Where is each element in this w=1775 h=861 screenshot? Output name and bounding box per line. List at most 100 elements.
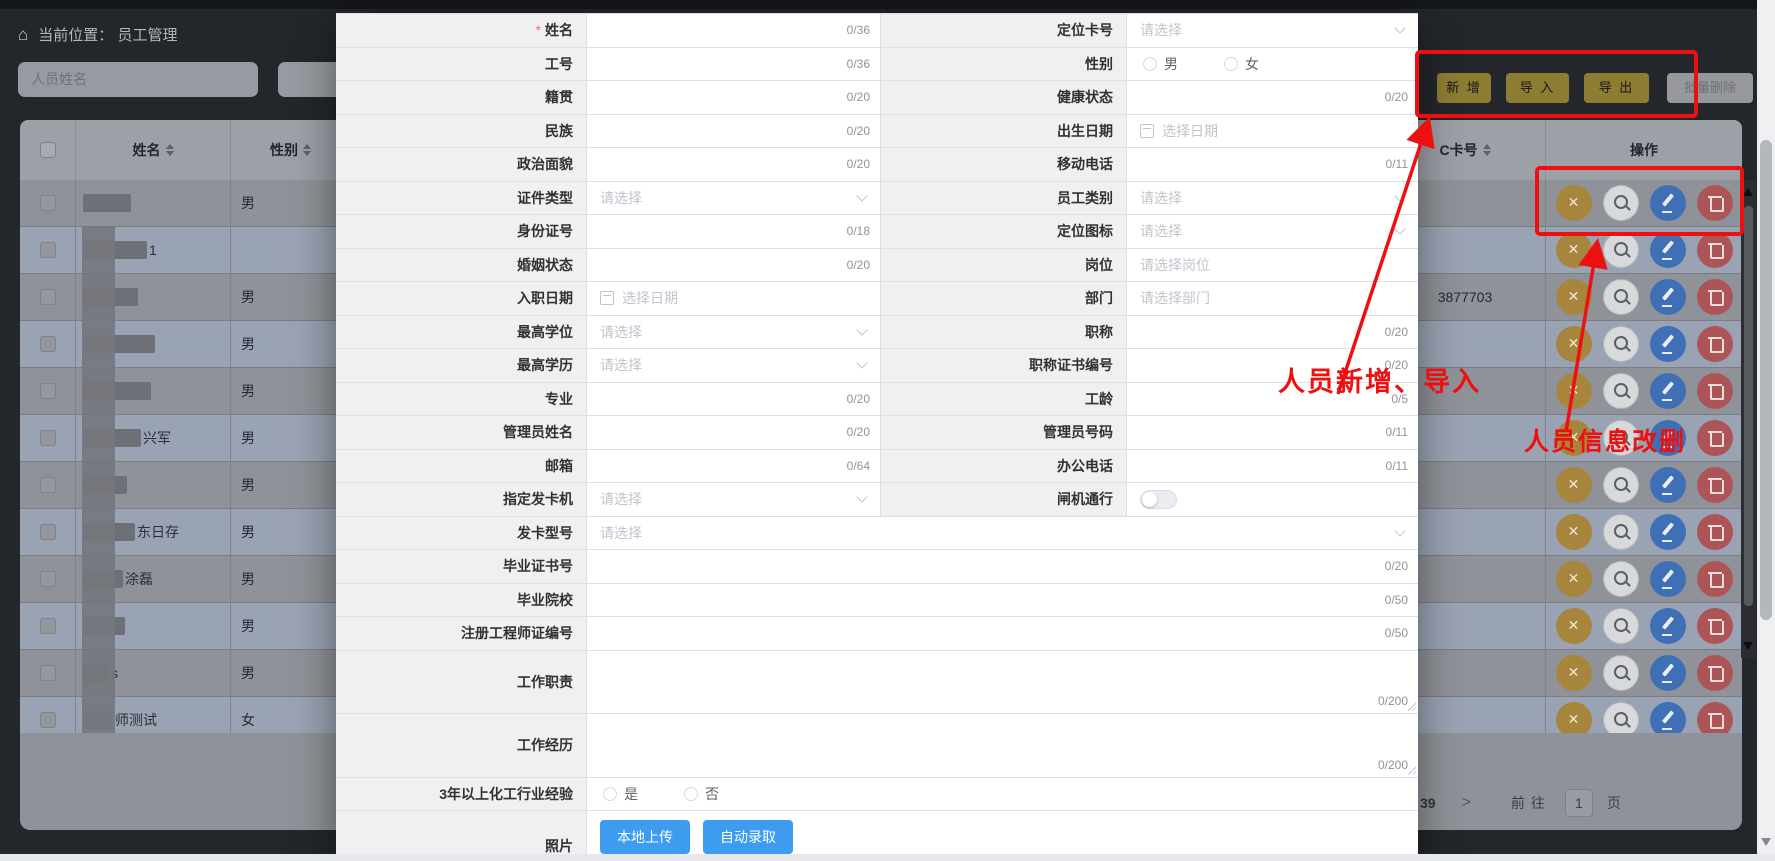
- view-button[interactable]: [1603, 373, 1639, 409]
- form-field-textarea[interactable]: 0/200: [587, 714, 1418, 777]
- radio-option[interactable]: 女: [1224, 54, 1259, 74]
- radio-circle-icon[interactable]: [1143, 57, 1157, 71]
- form-field-select[interactable]: 请选择: [587, 517, 1418, 550]
- edit-button[interactable]: [1650, 561, 1686, 597]
- form-field-select-plain[interactable]: 请选择岗位: [1127, 249, 1418, 282]
- sort-caret-icon[interactable]: [166, 144, 174, 156]
- row-checkbox[interactable]: [40, 712, 56, 728]
- radio-circle-icon[interactable]: [603, 787, 617, 801]
- row-checkbox[interactable]: [40, 477, 56, 493]
- return-card-button[interactable]: [1556, 608, 1592, 644]
- row-checkbox[interactable]: [40, 242, 56, 258]
- row-checkbox[interactable]: [40, 195, 56, 211]
- form-field-date[interactable]: 选择日期: [587, 282, 880, 315]
- table-scrollbar-thumb[interactable]: [1744, 206, 1753, 606]
- view-button[interactable]: [1603, 326, 1639, 362]
- form-field-select[interactable]: 请选择: [1127, 215, 1418, 248]
- radio-option[interactable]: 男: [1143, 54, 1178, 74]
- edit-button[interactable]: [1650, 232, 1686, 268]
- pagination-next-icon[interactable]: >: [1462, 794, 1471, 812]
- scroll-down-icon[interactable]: [1743, 642, 1753, 650]
- edit-button[interactable]: [1650, 655, 1686, 691]
- row-checkbox[interactable]: [40, 289, 56, 305]
- export-button[interactable]: 导 出: [1584, 73, 1649, 103]
- form-field-radio[interactable]: 是否: [587, 778, 1418, 811]
- edit-button[interactable]: [1650, 514, 1686, 550]
- scroll-up-icon[interactable]: [1743, 188, 1753, 196]
- form-field-toggle[interactable]: [1127, 483, 1418, 516]
- form-field-input[interactable]: 0/20: [587, 148, 880, 181]
- auto-capture-button[interactable]: 自动录取: [703, 820, 793, 854]
- form-field-select[interactable]: 请选择: [587, 182, 880, 215]
- form-field-select[interactable]: 请选择: [587, 483, 880, 516]
- form-field-input[interactable]: 0/50: [587, 584, 1418, 617]
- select-all-checkbox[interactable]: [40, 142, 56, 158]
- edit-button[interactable]: [1650, 608, 1686, 644]
- form-field-input[interactable]: 0/36: [587, 14, 880, 47]
- delete-button[interactable]: [1697, 467, 1733, 503]
- local-upload-button[interactable]: 本地上传: [600, 820, 690, 854]
- delete-button[interactable]: [1697, 608, 1733, 644]
- return-card-button[interactable]: [1556, 514, 1592, 550]
- view-button[interactable]: [1603, 467, 1639, 503]
- view-button[interactable]: [1603, 561, 1639, 597]
- sort-caret-icon[interactable]: [1483, 144, 1491, 156]
- form-field-input[interactable]: 0/20: [587, 115, 880, 148]
- edit-button[interactable]: [1650, 279, 1686, 315]
- gate-pass-toggle[interactable]: [1140, 490, 1177, 509]
- view-button[interactable]: [1603, 514, 1639, 550]
- delete-button[interactable]: [1697, 561, 1733, 597]
- edit-button[interactable]: [1650, 185, 1686, 221]
- form-field-select[interactable]: 请选择: [587, 349, 880, 382]
- edit-button[interactable]: [1650, 702, 1686, 733]
- radio-circle-icon[interactable]: [1224, 57, 1238, 71]
- return-card-button[interactable]: [1556, 373, 1592, 409]
- column-header-gender[interactable]: 性别: [230, 120, 350, 180]
- pagination-last-page[interactable]: 39: [1420, 795, 1436, 811]
- sort-caret-icon[interactable]: [303, 144, 311, 156]
- view-button[interactable]: [1603, 655, 1639, 691]
- form-field-select[interactable]: 请选择: [1127, 182, 1418, 215]
- return-card-button[interactable]: [1556, 561, 1592, 597]
- form-field-input[interactable]: 0/20: [1127, 316, 1418, 349]
- return-card-button[interactable]: [1556, 702, 1592, 733]
- form-field-textarea[interactable]: 0/200: [587, 651, 1418, 714]
- return-card-button[interactable]: [1556, 326, 1592, 362]
- form-field-input[interactable]: 0/36: [587, 48, 880, 81]
- form-field-input[interactable]: 0/11: [1127, 148, 1418, 181]
- view-button[interactable]: [1603, 232, 1639, 268]
- view-button[interactable]: [1603, 185, 1639, 221]
- radio-circle-icon[interactable]: [684, 787, 698, 801]
- return-card-button[interactable]: [1556, 467, 1592, 503]
- form-field-input[interactable]: 0/11: [1127, 450, 1418, 483]
- row-checkbox[interactable]: [40, 524, 56, 540]
- return-card-button[interactable]: [1556, 185, 1592, 221]
- page-scrollbar[interactable]: [1757, 0, 1775, 854]
- return-card-button[interactable]: [1556, 279, 1592, 315]
- form-field-input[interactable]: 0/20: [1127, 81, 1418, 114]
- pagination-page-input[interactable]: 1: [1565, 789, 1593, 817]
- row-checkbox[interactable]: [40, 571, 56, 587]
- row-checkbox[interactable]: [40, 618, 56, 634]
- form-field-input[interactable]: 0/18: [587, 215, 880, 248]
- edit-button[interactable]: [1650, 326, 1686, 362]
- form-field-select[interactable]: 请选择: [1127, 14, 1418, 47]
- view-button[interactable]: [1603, 702, 1639, 733]
- employee-name-search-input[interactable]: 人员姓名: [18, 62, 258, 97]
- return-card-button[interactable]: [1556, 655, 1592, 691]
- delete-button[interactable]: [1697, 514, 1733, 550]
- view-button[interactable]: [1603, 279, 1639, 315]
- form-field-date[interactable]: 选择日期: [1127, 115, 1418, 148]
- view-button[interactable]: [1603, 608, 1639, 644]
- toggle-knob[interactable]: [1142, 492, 1157, 507]
- import-button[interactable]: 导 入: [1506, 73, 1569, 103]
- column-header-name[interactable]: 姓名: [75, 120, 230, 180]
- row-checkbox[interactable]: [40, 336, 56, 352]
- batch-delete-button[interactable]: 批量删除: [1667, 73, 1753, 103]
- delete-button[interactable]: [1697, 326, 1733, 362]
- form-field-select-plain[interactable]: 请选择部门: [1127, 282, 1418, 315]
- form-field-input[interactable]: 0/20: [587, 249, 880, 282]
- delete-button[interactable]: [1697, 279, 1733, 315]
- form-field-input[interactable]: 0/20: [587, 550, 1418, 583]
- row-checkbox[interactable]: [40, 430, 56, 446]
